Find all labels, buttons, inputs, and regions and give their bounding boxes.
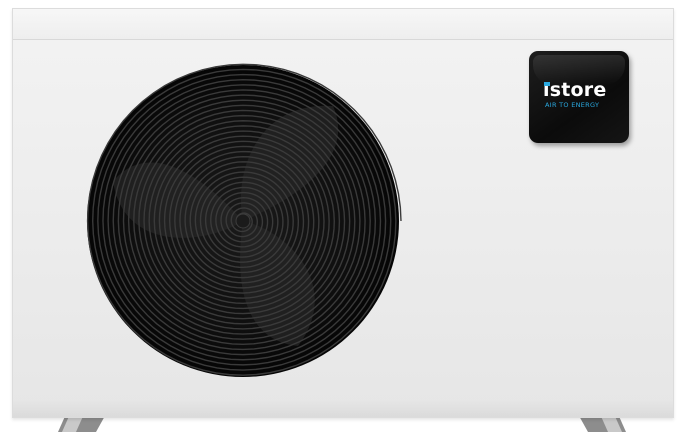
control-panel: istore AIR TO ENERGY xyxy=(529,51,629,143)
fan-hub xyxy=(235,213,251,229)
logo-brand-name: store xyxy=(549,79,607,101)
brand-logo: istore AIR TO ENERGY xyxy=(543,79,623,119)
unit-top-lid xyxy=(13,9,673,40)
heat-pump-unit: istore AIR TO ENERGY xyxy=(12,8,674,418)
logo-brand-text: istore xyxy=(543,79,606,101)
fan-grille xyxy=(86,63,402,377)
logo-brand-prefix: i xyxy=(543,79,550,101)
logo-tagline: AIR TO ENERGY xyxy=(545,101,600,109)
product-photo: istore AIR TO ENERGY xyxy=(0,0,684,432)
unit-bottom-shade xyxy=(13,399,673,417)
